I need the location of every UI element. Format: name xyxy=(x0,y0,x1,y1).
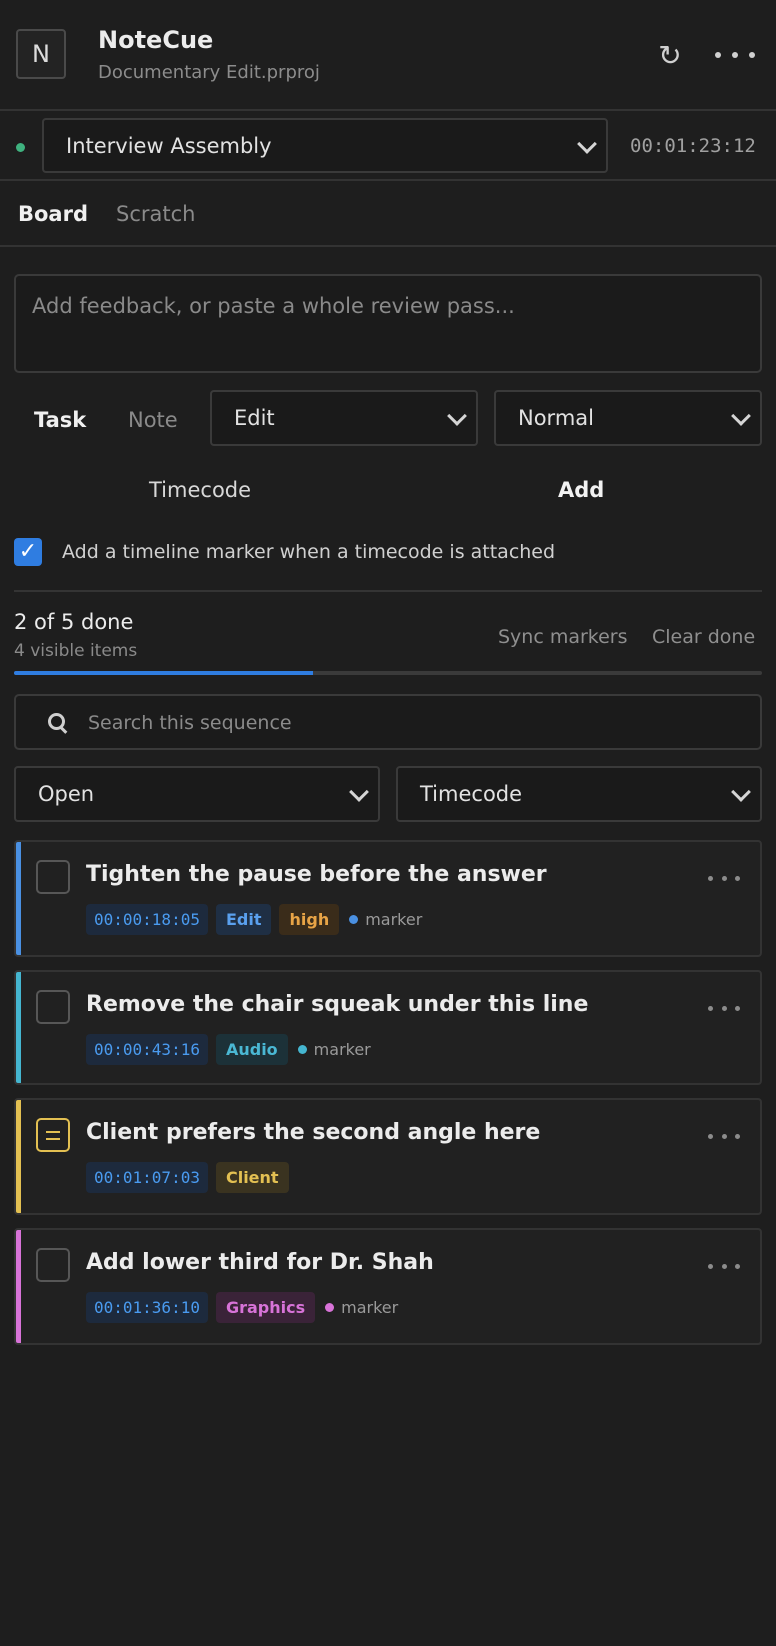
list-item[interactable]: Client prefers the second angle here 00:… xyxy=(14,1098,762,1215)
marker-dot xyxy=(325,1303,335,1312)
sequence-select-value: Interview Assembly xyxy=(66,133,272,158)
marker-dot xyxy=(349,915,359,924)
search-icon xyxy=(48,713,68,733)
marker-tag: marker xyxy=(297,1040,371,1059)
item-title: Client prefers the second angle here xyxy=(86,1120,541,1145)
item-checkbox[interactable] xyxy=(36,990,70,1024)
category-badge: Audio xyxy=(215,1034,288,1065)
search-box xyxy=(14,694,762,750)
category-badge: Edit xyxy=(215,904,272,935)
chevron-down-icon xyxy=(732,409,748,425)
more-options-icon[interactable] xyxy=(715,40,755,70)
tab-bar: Board Scratch xyxy=(0,181,776,247)
playhead-timecode: 00:01:23:12 xyxy=(630,135,756,157)
item-title: Tighten the pause before the answer xyxy=(86,862,547,887)
marker-tag: marker xyxy=(349,910,422,929)
sync-markers-button[interactable]: Sync markers xyxy=(498,626,628,648)
visible-count: 4 visible items xyxy=(14,641,138,661)
timecode-chip[interactable]: 00:01:07:03 xyxy=(86,1162,208,1193)
kind-task-toggle[interactable]: Task xyxy=(34,408,86,432)
item-title: Add lower third for Dr. Shah xyxy=(86,1250,434,1275)
refresh-icon[interactable]: ↻ xyxy=(654,40,686,72)
progress-bar xyxy=(14,671,762,675)
divider xyxy=(14,590,762,592)
sequence-bar: Interview Assembly 00:01:23:12 xyxy=(0,111,776,181)
category-badge: Client xyxy=(215,1162,289,1193)
item-more-icon[interactable] xyxy=(708,1264,740,1269)
item-color-bar xyxy=(16,1100,21,1213)
connection-status-dot xyxy=(16,143,25,152)
item-title: Remove the chair squeak under this line xyxy=(86,992,589,1017)
marker-checkbox[interactable]: ✓ xyxy=(14,538,42,566)
marker-tag: marker xyxy=(325,1298,398,1317)
add-button[interactable]: Add xyxy=(558,478,604,502)
item-color-bar xyxy=(16,1230,21,1343)
app-title: NoteCue xyxy=(98,26,214,54)
priority-select-value: Normal xyxy=(518,406,594,430)
search-input[interactable] xyxy=(88,708,728,738)
app-logo: N xyxy=(16,29,66,79)
item-more-icon[interactable] xyxy=(708,1134,740,1139)
tab-scratch[interactable]: Scratch xyxy=(116,202,195,226)
tab-board[interactable]: Board xyxy=(18,202,88,226)
timecode-chip[interactable]: 00:00:43:16 xyxy=(86,1034,208,1065)
list-item[interactable]: Add lower third for Dr. Shah 00:01:36:10… xyxy=(14,1228,762,1345)
priority-badge: high xyxy=(279,904,340,935)
sort-select[interactable]: Timecode xyxy=(396,766,762,822)
note-icon xyxy=(36,1118,70,1152)
category-select-value: Edit xyxy=(234,406,275,430)
marker-dot xyxy=(297,1045,307,1054)
sort-select-value: Timecode xyxy=(420,782,523,806)
marker-label: marker xyxy=(365,910,423,929)
timecode-button[interactable]: Timecode xyxy=(149,478,251,502)
list-item[interactable]: Tighten the pause before the answer 00:0… xyxy=(14,840,762,957)
marker-label: marker xyxy=(341,1298,399,1317)
item-checkbox[interactable] xyxy=(36,860,70,894)
item-checkbox[interactable] xyxy=(36,1248,70,1282)
timecode-chip[interactable]: 00:01:36:10 xyxy=(86,1292,208,1323)
clear-done-button[interactable]: Clear done xyxy=(652,626,755,648)
app-header: N NoteCue Documentary Edit.prproj ↻ xyxy=(0,0,776,111)
progress-fill xyxy=(14,671,314,675)
done-count: 2 of 5 done xyxy=(14,610,134,634)
marker-option-label: Add a timeline marker when a timecode is… xyxy=(62,541,556,563)
priority-select[interactable]: Normal xyxy=(494,390,762,446)
chevron-down-icon xyxy=(350,785,366,801)
feedback-input[interactable]: Add feedback, or paste a whole review pa… xyxy=(14,274,762,373)
item-more-icon[interactable] xyxy=(708,876,740,881)
chevron-down-icon xyxy=(448,409,464,425)
list-item[interactable]: Remove the chair squeak under this line … xyxy=(14,970,762,1085)
status-filter-select[interactable]: Open xyxy=(14,766,380,822)
chevron-down-icon xyxy=(578,137,594,153)
chevron-down-icon xyxy=(732,785,748,801)
item-color-bar xyxy=(16,972,21,1083)
item-more-icon[interactable] xyxy=(708,1006,740,1011)
item-color-bar xyxy=(16,842,21,955)
marker-label: marker xyxy=(313,1040,371,1059)
kind-note-toggle[interactable]: Note xyxy=(128,408,178,432)
sequence-select[interactable]: Interview Assembly xyxy=(42,118,608,173)
status-filter-value: Open xyxy=(38,782,95,806)
category-select[interactable]: Edit xyxy=(210,390,478,446)
project-name: Documentary Edit.prproj xyxy=(98,62,320,83)
category-badge: Graphics xyxy=(215,1292,316,1323)
timecode-chip[interactable]: 00:00:18:05 xyxy=(86,904,208,935)
